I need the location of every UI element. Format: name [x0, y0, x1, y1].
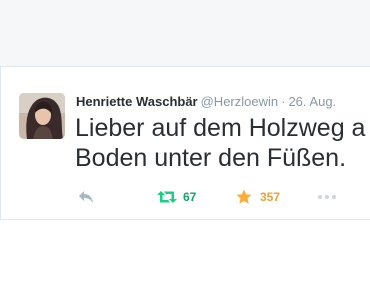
more-icon: [318, 195, 336, 199]
tweet-text: Lieber auf dem Holzweg a Boden unter den …: [75, 113, 370, 173]
tweet-actions: 67 357: [0, 182, 370, 212]
avatar[interactable]: [19, 93, 65, 139]
timeline-background: [0, 0, 370, 66]
retweet-icon: [157, 191, 177, 203]
star-icon: [236, 189, 252, 204]
reply-icon: [79, 191, 93, 203]
display-name[interactable]: Henriette Waschbär: [76, 94, 198, 109]
more-button[interactable]: [317, 182, 337, 212]
retweet-button[interactable]: 67: [157, 182, 196, 212]
avatar-image: [19, 93, 65, 139]
tweet-text-line-2: Boden unter den Füßen.: [75, 144, 347, 172]
favorite-count: 357: [260, 190, 281, 204]
favorite-button[interactable]: 357: [236, 182, 280, 212]
reply-button[interactable]: [78, 182, 94, 212]
tweet-text-line-1: Lieber auf dem Holzweg a: [75, 114, 366, 142]
tweet-header: Henriette Waschbär @Herzloewin · 26. Aug.: [76, 94, 336, 110]
user-handle[interactable]: @Herzloewin: [201, 94, 279, 109]
retweet-count: 67: [183, 190, 197, 204]
page: Henriette Waschbär @Herzloewin · 26. Aug. L…: [0, 0, 370, 297]
header-separator: ·: [281, 94, 286, 109]
tweet-date[interactable]: 26. Aug.: [288, 94, 336, 109]
